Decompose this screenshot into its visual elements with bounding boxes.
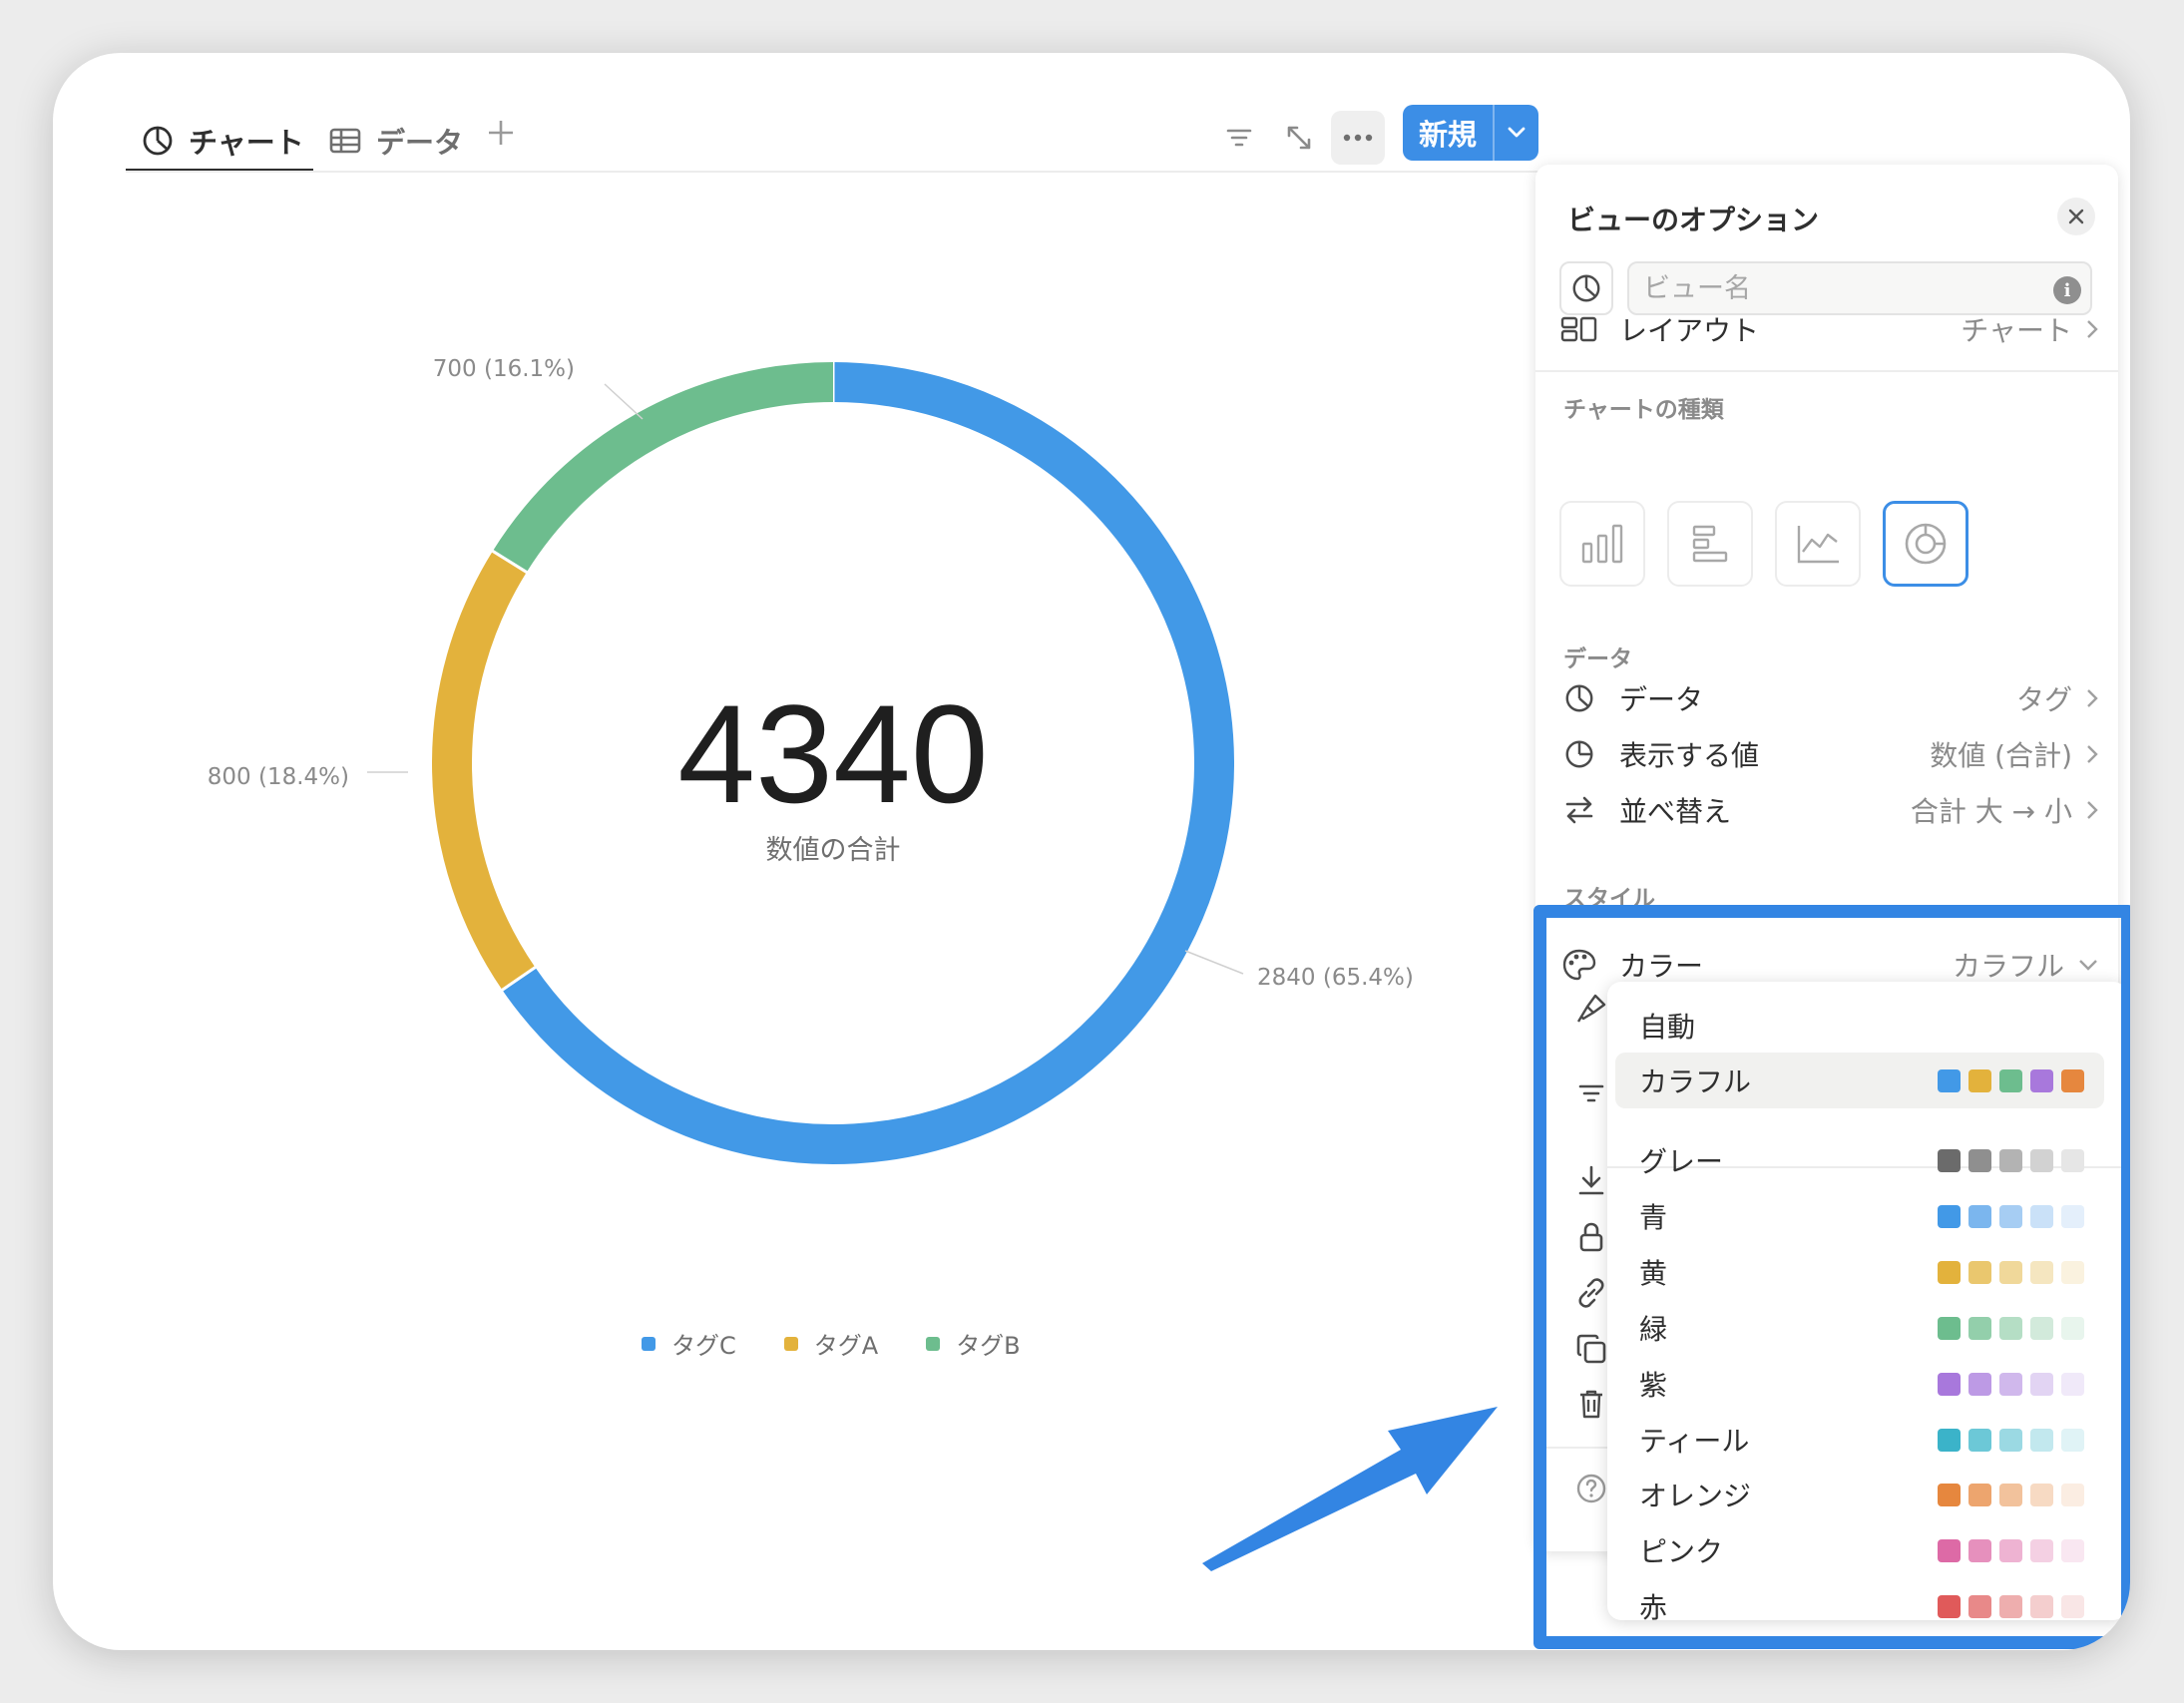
- chevron-right-icon: [2087, 801, 2098, 819]
- sort-value: 合計 大 → 小: [1910, 795, 2072, 828]
- chevron-right-icon: [2087, 689, 2098, 707]
- info-icon[interactable]: i: [2053, 276, 2081, 304]
- app-window: チャート データ 新規 2840 (65.4%) 800 (18.4%) 700 (…: [53, 53, 2130, 1650]
- line-chart-icon: [1797, 526, 1839, 564]
- data-source-value: タグ: [2015, 683, 2072, 716]
- annotation-arrow: [1202, 1407, 1498, 1571]
- layout-value: チャート: [1961, 314, 2072, 347]
- close-button[interactable]: [2057, 198, 2095, 235]
- chevron-right-icon: [2087, 320, 2098, 338]
- chevron-right-icon: [2087, 745, 2098, 763]
- horizontal-bar-chart-type-button[interactable]: [1667, 501, 1753, 587]
- line-chart-type-button[interactable]: [1775, 501, 1861, 587]
- horizontal-bar-chart-icon: [1692, 525, 1728, 563]
- donut-chart-icon: [1905, 523, 1947, 565]
- display-value-value: 数値 (合計): [1930, 739, 2072, 772]
- donut-chart-type-button[interactable]: [1883, 501, 1968, 587]
- close-icon: [2068, 209, 2084, 224]
